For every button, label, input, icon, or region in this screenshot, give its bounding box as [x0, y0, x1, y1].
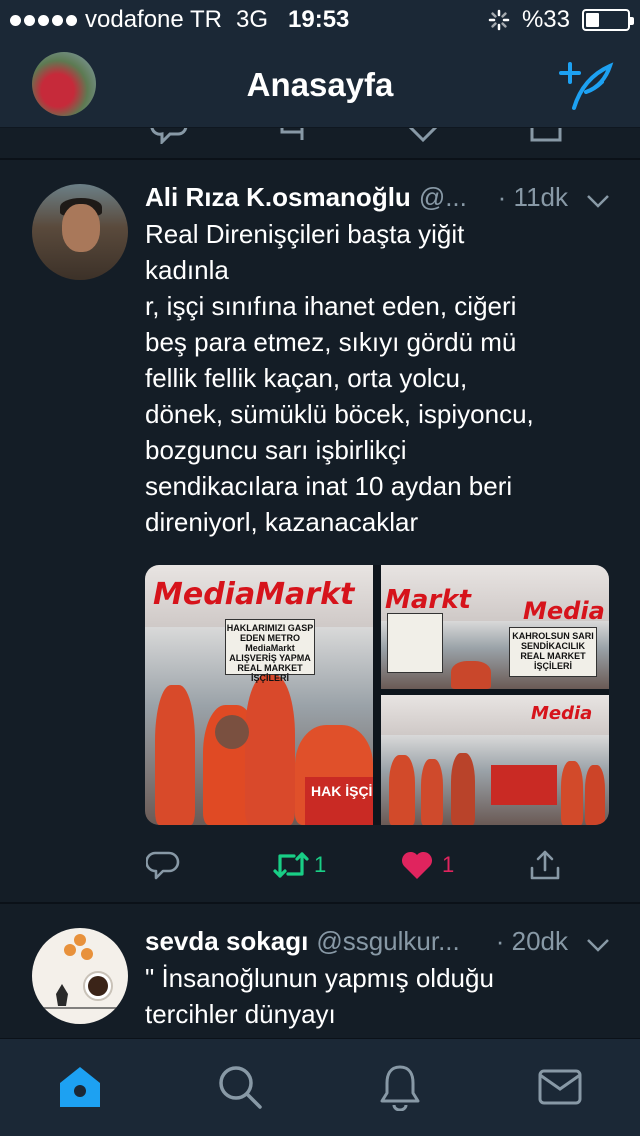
chevron-down-icon[interactable] — [586, 938, 610, 952]
battery-percent: %33 — [521, 6, 570, 33]
battery-level — [586, 13, 600, 27]
tweet-text: " İnsanoğlunun yapmış olduğu tercihler d… — [145, 963, 494, 1029]
author-name[interactable]: sevda sokagı — [145, 926, 308, 957]
protest-placard — [387, 613, 443, 673]
signal-strength-icon — [10, 14, 77, 26]
notifications-icon[interactable] — [376, 1063, 424, 1111]
author-handle[interactable]: @ssgulkur... — [316, 926, 459, 957]
retweet-icon[interactable] — [276, 128, 316, 144]
tab-bar — [0, 1038, 640, 1136]
media-photo-1[interactable]: MediaMarkt HAKLARIMIZI GASP EDEN METRO M… — [145, 565, 373, 825]
chevron-down-icon[interactable] — [586, 194, 610, 208]
store-logo-text: Markt — [385, 585, 471, 615]
author-avatar[interactable] — [32, 184, 128, 280]
navigation-bar: Anasayfa — [0, 40, 640, 128]
tweet-actions: 1 1 — [0, 843, 640, 887]
status-time: 19:53 — [288, 6, 350, 33]
tweet-header: sevda sokagı @ssgulkur... · 20dk — [145, 926, 610, 957]
media-photo-2[interactable]: Markt Media KAHROLSUN SARI SENDİKACILIK … — [381, 565, 609, 689]
like-icon[interactable] — [403, 128, 443, 144]
status-bar: vodafone TR 3G 19:53 %33 — [0, 0, 640, 40]
protest-placard: KAHROLSUN SARI SENDİKACILIK REAL MARKET … — [509, 627, 597, 677]
reply-icon[interactable] — [150, 128, 190, 144]
tweet-header: Ali Rıza K.osmanoğlu @... · 11dk — [145, 182, 610, 213]
search-icon[interactable] — [216, 1063, 264, 1111]
like-button[interactable]: 1 — [400, 843, 454, 887]
activity-spinner-icon — [488, 9, 510, 31]
store-logo-text: MediaMarkt — [153, 577, 355, 612]
carrier-name: vodafone TR — [85, 6, 222, 33]
retweet-icon — [273, 852, 309, 878]
tweet-card[interactable]: sevda sokagı @ssgulkur... · 20dk " İnsan… — [0, 904, 640, 1038]
media-photo-3[interactable]: Media — [381, 695, 609, 825]
home-icon[interactable] — [56, 1063, 104, 1111]
tweet-text: Real Direnişçileri başta yiğit kadınla r… — [145, 219, 534, 537]
share-button[interactable] — [528, 843, 562, 887]
store-logo-text: Media — [531, 703, 593, 724]
messages-icon[interactable] — [536, 1063, 584, 1111]
author-name[interactable]: Ali Rıza K.osmanoğlu — [145, 182, 411, 213]
tweet-media-grid[interactable]: MediaMarkt HAKLARIMIZI GASP EDEN METRO M… — [145, 565, 609, 825]
share-icon[interactable] — [528, 128, 564, 144]
reply-icon — [146, 851, 180, 880]
compose-tweet-icon[interactable] — [558, 58, 614, 112]
protest-placard: HAKLARIMIZI GASP EDEN METRO MediaMarkt A… — [225, 619, 315, 683]
retweet-button[interactable]: 1 — [272, 843, 326, 887]
like-count: 1 — [442, 852, 455, 877]
network-type: 3G — [235, 6, 268, 33]
retweet-count: 1 — [314, 852, 327, 877]
share-icon — [530, 850, 560, 880]
heart-icon — [401, 851, 433, 879]
previous-tweet-actions — [0, 128, 640, 160]
reply-button[interactable] — [146, 843, 180, 887]
banner-text: HAK İŞÇİ — [311, 783, 373, 799]
page-title: Anasayfa — [246, 66, 394, 103]
battery-icon — [582, 9, 634, 31]
author-handle[interactable]: @... — [419, 182, 467, 213]
author-avatar[interactable] — [32, 928, 128, 1024]
